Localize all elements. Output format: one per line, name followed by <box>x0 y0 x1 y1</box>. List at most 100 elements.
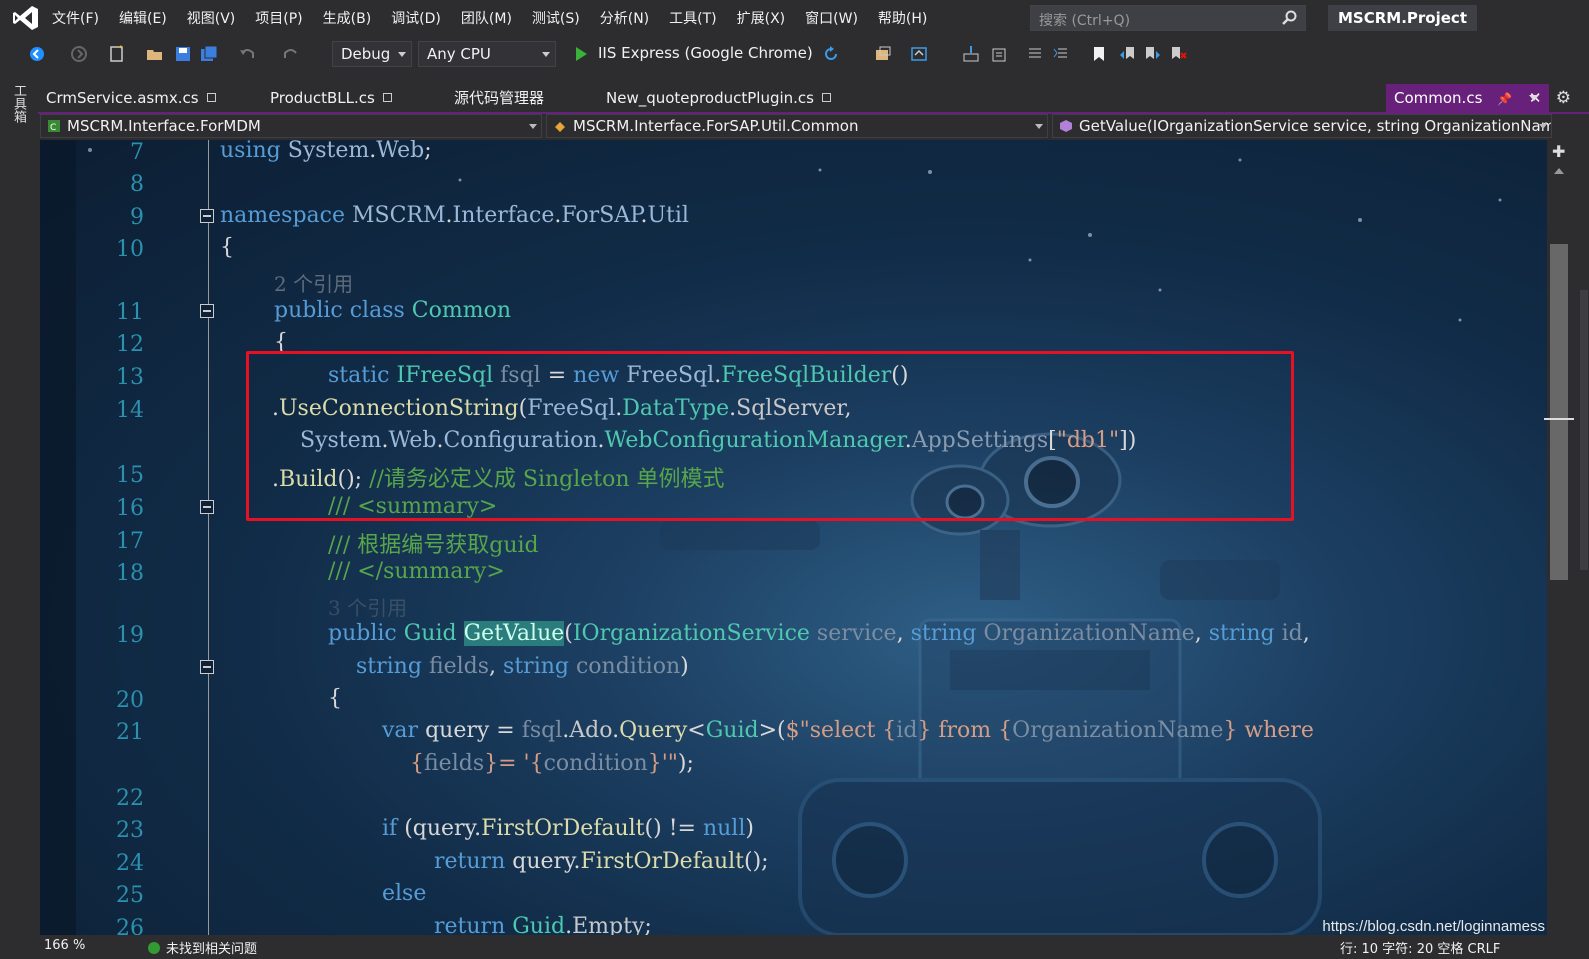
previous-bookmark-icon[interactable] <box>1118 45 1136 63</box>
redo-icon[interactable] <box>282 45 300 63</box>
collapse-icon[interactable] <box>200 209 214 223</box>
refresh-icon[interactable] <box>822 45 840 63</box>
zoom-level-dropdown[interactable]: 166 % <box>44 938 85 953</box>
chevron-down-icon <box>542 52 550 57</box>
new-project-icon[interactable] <box>108 45 126 63</box>
tab-list-dropdown-icon[interactable] <box>1529 95 1539 101</box>
code-line-9: namespace MSCRM.Interface.ForSAP.Util <box>220 203 689 228</box>
check-icon <box>148 942 160 954</box>
line-number: 8 <box>130 172 144 197</box>
tab-source-control-explorer[interactable]: 源代码管理器 <box>454 84 544 112</box>
code-line-26: return Guid.Empty; <box>434 914 652 935</box>
configuration-value: Debug <box>341 45 391 63</box>
tab-common-active[interactable]: Common.cs 📌 ✕ <box>1386 84 1550 113</box>
collapse-icon[interactable] <box>200 304 214 318</box>
collapse-icon[interactable] <box>200 660 214 674</box>
lock-icon <box>821 93 831 102</box>
code-line-19: public Guid GetValue(IOrganizationServic… <box>328 621 1310 646</box>
tab-new-quoteproductplugin[interactable]: New_quoteproductPlugin.cs <box>606 84 831 112</box>
code-line-25: else <box>382 881 427 906</box>
tab-productbll[interactable]: ProductBLL.cs <box>270 84 392 112</box>
line-number: 11 <box>116 300 144 325</box>
chevron-down-icon <box>398 52 406 57</box>
menu-extensions[interactable]: 扩展(X) <box>737 8 786 28</box>
menu-build[interactable]: 生成(B) <box>323 8 372 28</box>
comment-lines-icon[interactable] <box>1026 45 1044 63</box>
navigate-forward-icon[interactable] <box>70 45 88 63</box>
line-number: 25 <box>116 883 144 908</box>
solution-name-badge: MSCRM.Project <box>1328 5 1477 31</box>
menu-edit[interactable]: 编辑(E) <box>119 8 167 28</box>
menu-tools[interactable]: 工具(T) <box>669 8 716 28</box>
menu-debug[interactable]: 调试(D) <box>391 8 441 28</box>
lock-icon <box>382 93 392 102</box>
tab-crmservice[interactable]: CrmService.asmx.cs <box>46 84 216 112</box>
navigation-bar: C MSCRM.Interface.ForMDM MSCRM.Interface… <box>38 114 1589 140</box>
editor-background-image <box>88 148 1502 935</box>
scrollbar-thumb[interactable] <box>1550 244 1568 580</box>
line-number: 15 <box>116 463 144 488</box>
tab-label: New_quoteproductPlugin.cs <box>606 89 814 107</box>
collapse-icon[interactable] <box>200 500 214 514</box>
gear-icon[interactable]: ⚙ <box>1556 88 1571 108</box>
line-number: 18 <box>116 561 144 586</box>
member-dropdown[interactable]: GetValue(IOrganizationService service, s… <box>1052 114 1552 138</box>
uncomment-lines-icon[interactable] <box>1052 45 1070 63</box>
menu-view[interactable]: 视图(V) <box>187 8 236 28</box>
platform-value: Any CPU <box>427 45 491 63</box>
codelens-references[interactable]: 2 个引用 <box>274 268 353 297</box>
watermark-url: https://blog.csdn.net/loginnamess <box>1322 918 1545 935</box>
codelens-references[interactable]: 3 个引用 <box>328 592 407 621</box>
scrollbar-caret-marker <box>1544 418 1574 420</box>
browser-link-icon[interactable] <box>874 45 892 63</box>
class-value: MSCRM.Interface.ForSAP.Util.Common <box>573 117 859 135</box>
navigate-back-icon[interactable] <box>28 45 46 63</box>
run-target-button[interactable]: IIS Express (Google Chrome) <box>598 44 813 62</box>
search-input[interactable]: 搜索 (Ctrl+Q) <box>1030 5 1306 31</box>
save-all-icon[interactable] <box>200 45 218 63</box>
csharp-project-icon: C <box>48 120 60 133</box>
split-window-icon[interactable]: ✚ <box>1552 142 1565 161</box>
standard-toolbar: Debug Any CPU IIS Express (Google Chrome… <box>0 36 1589 72</box>
scroll-up-arrow-icon[interactable] <box>1554 168 1564 174</box>
line-number: 16 <box>116 496 144 521</box>
line-number: 9 <box>130 205 144 230</box>
pin-icon[interactable]: 📌 <box>1497 85 1512 113</box>
menu-analyze[interactable]: 分析(N) <box>600 8 649 28</box>
line-number: 12 <box>116 332 144 357</box>
line-number: 14 <box>116 398 144 423</box>
line-number: 24 <box>116 851 144 876</box>
code-line-21-wrap: {fields}= '{condition}'"); <box>410 751 694 776</box>
clear-bookmarks-icon[interactable] <box>1170 45 1188 63</box>
issues-indicator[interactable]: 未找到相关问题 <box>148 938 257 957</box>
code-editor[interactable]: 7 using System.Web; 8 9 namespace MSCRM.… <box>40 140 1547 935</box>
class-dropdown[interactable]: MSCRM.Interface.ForSAP.Util.Common <box>546 114 1048 138</box>
step-into-icon[interactable] <box>962 45 980 63</box>
menu-project[interactable]: 项目(P) <box>255 8 302 28</box>
menu-help[interactable]: 帮助(H) <box>878 8 927 28</box>
undo-icon[interactable] <box>238 45 256 63</box>
project-dropdown[interactable]: C MSCRM.Interface.ForMDM <box>40 114 542 138</box>
code-line-17: /// 根据编号获取guid <box>328 533 539 558</box>
save-icon[interactable] <box>174 45 192 63</box>
code-line-10: { <box>220 235 234 260</box>
menu-window[interactable]: 窗口(W) <box>805 8 858 28</box>
run-play-icon[interactable] <box>572 45 590 63</box>
line-number: 26 <box>116 916 144 935</box>
menu-file[interactable]: 文件(F) <box>52 8 99 28</box>
next-bookmark-icon[interactable] <box>1144 45 1162 63</box>
line-number: 22 <box>116 786 144 811</box>
open-file-icon[interactable] <box>146 45 164 63</box>
toolbox-tab[interactable]: 工具箱 <box>11 84 28 123</box>
step-over-icon[interactable] <box>990 45 1008 63</box>
search-icon[interactable] <box>1281 10 1297 26</box>
home-icon[interactable] <box>910 45 928 63</box>
line-number: 21 <box>116 720 144 745</box>
platform-dropdown[interactable]: Any CPU <box>418 41 556 67</box>
line-number: 13 <box>116 365 144 390</box>
code-line-20: { <box>328 686 342 711</box>
menu-team[interactable]: 团队(M) <box>461 8 512 28</box>
bookmark-icon[interactable] <box>1090 45 1108 63</box>
configuration-dropdown[interactable]: Debug <box>332 41 412 67</box>
menu-test[interactable]: 测试(S) <box>532 8 580 28</box>
